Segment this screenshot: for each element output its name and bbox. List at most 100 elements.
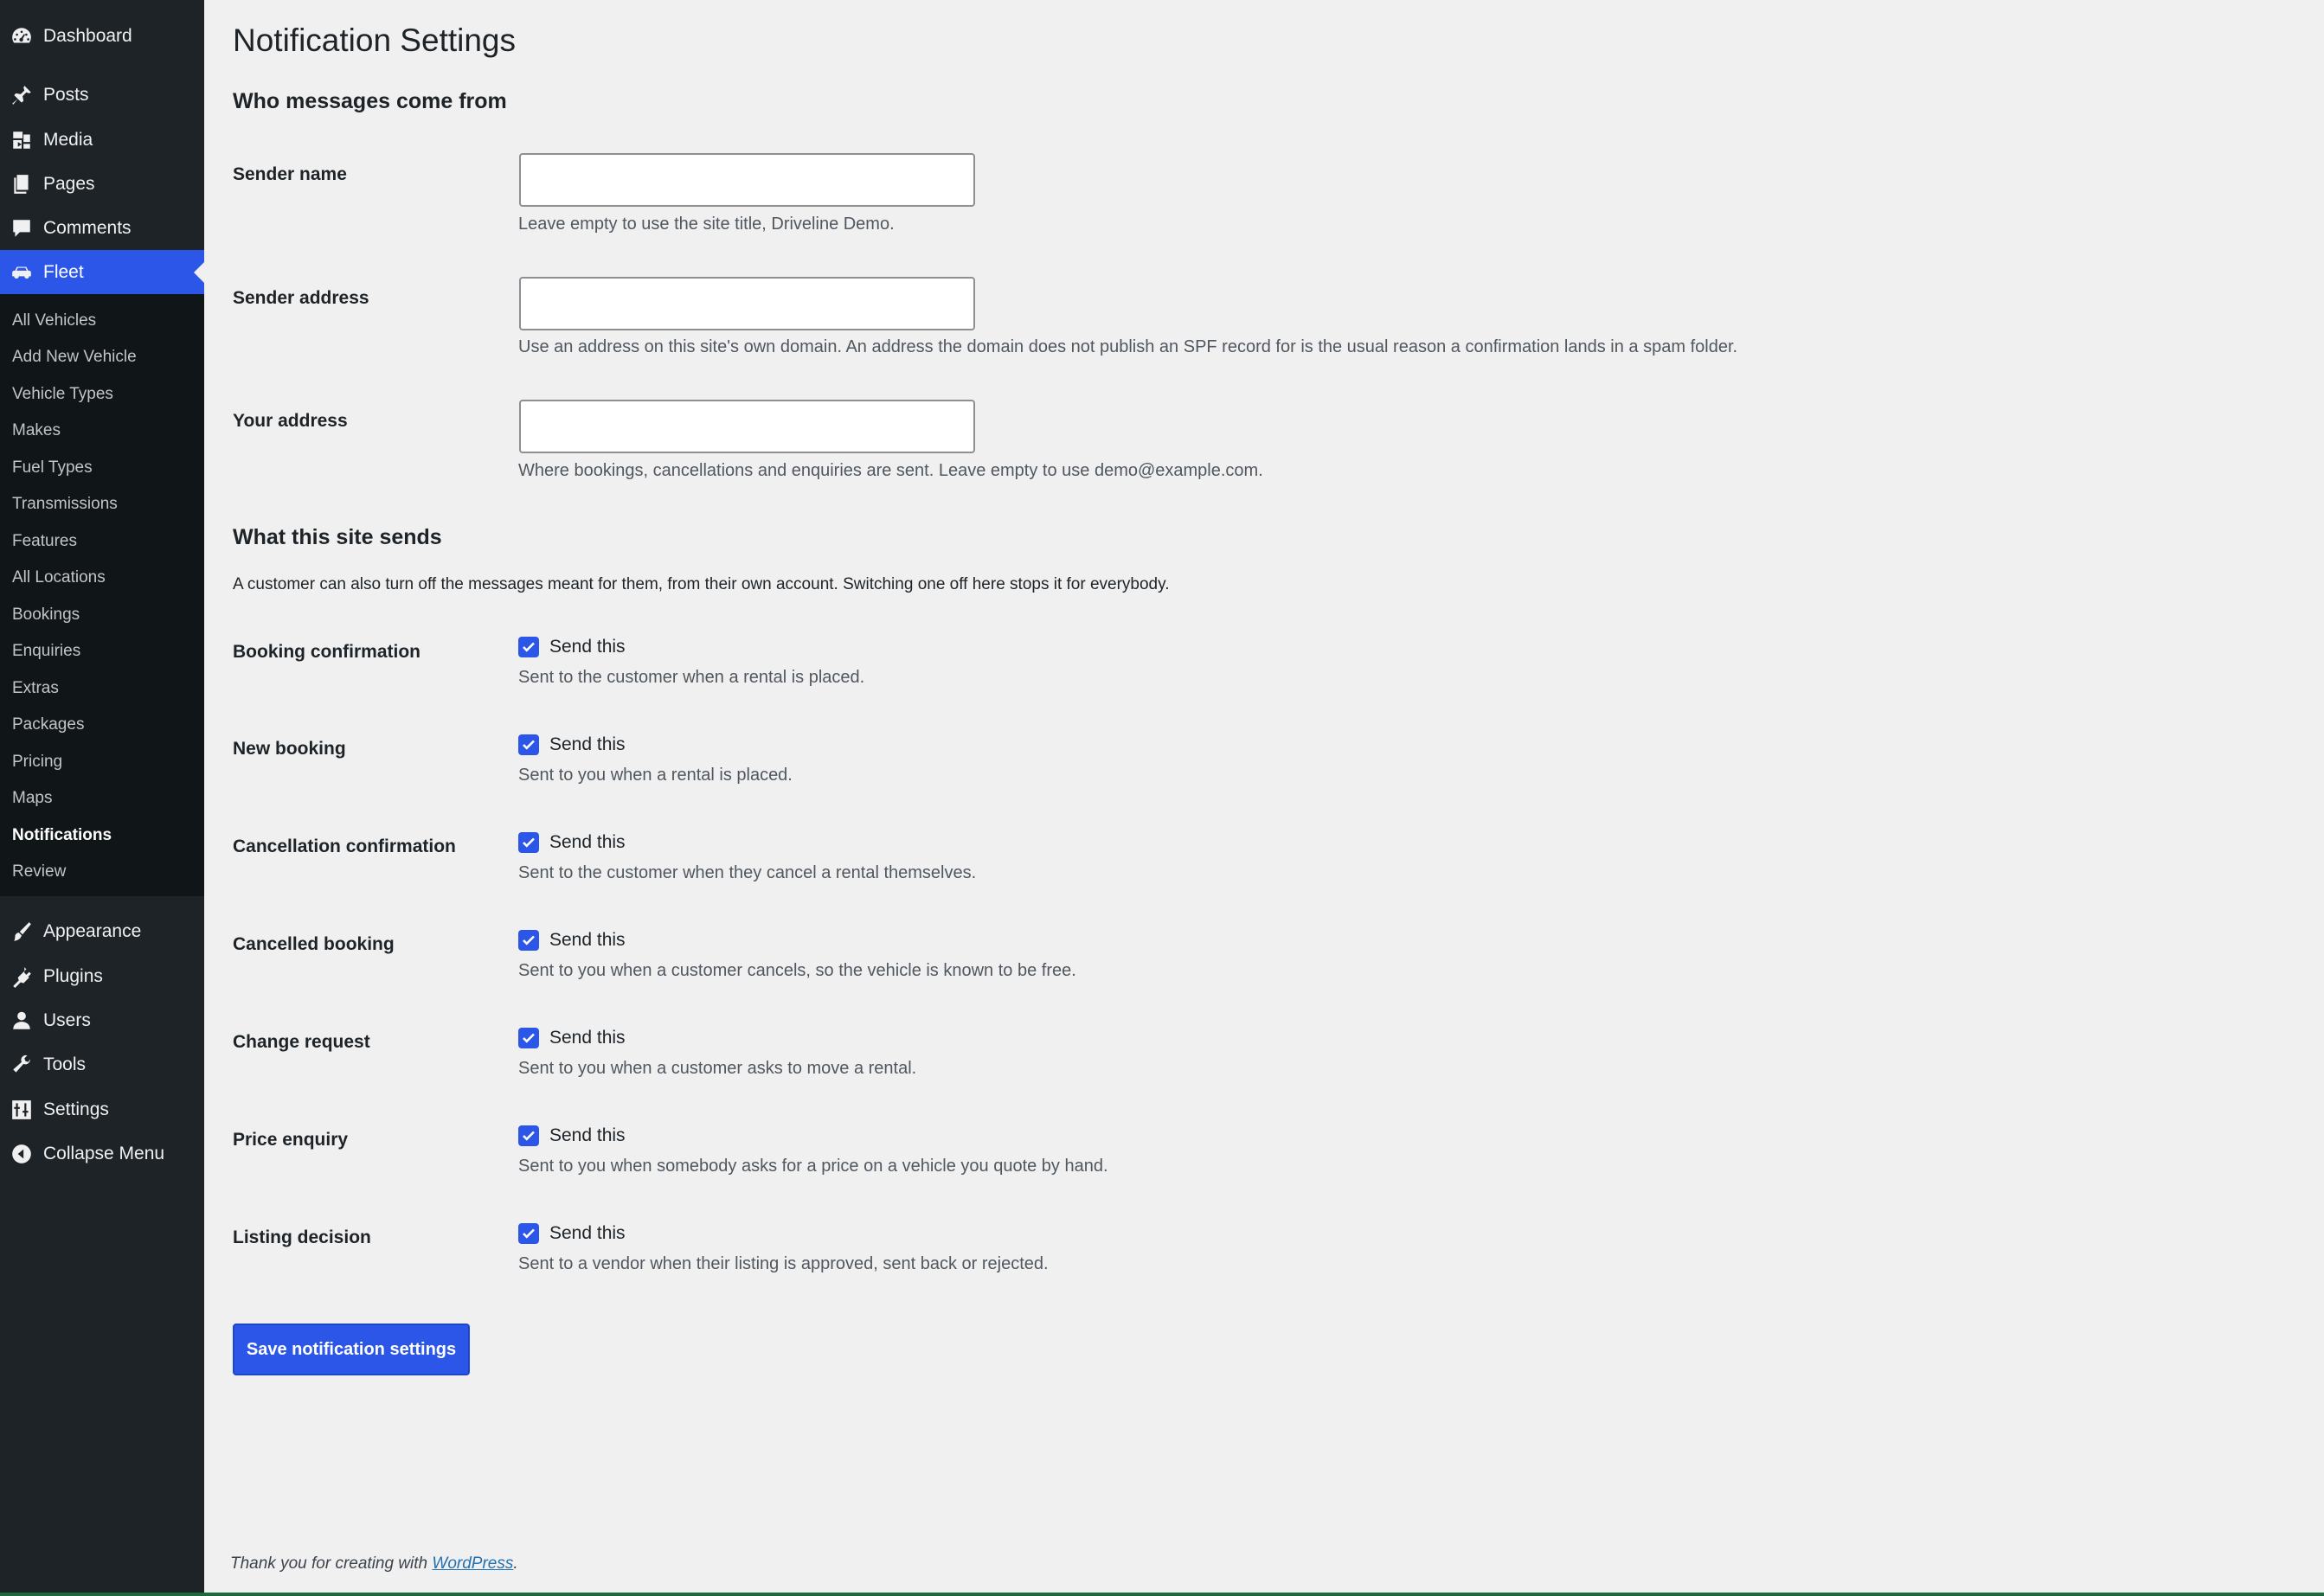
menu-label: Fleet xyxy=(43,262,84,282)
price-enquiry-toggle[interactable]: Send this xyxy=(518,1125,626,1146)
menu-label: Pages xyxy=(43,174,95,194)
submenu-item-transmissions[interactable]: Transmissions xyxy=(12,491,118,517)
submenu-item-all-vehicles[interactable]: All Vehicles xyxy=(12,308,96,334)
checkbox[interactable] xyxy=(518,832,539,853)
booking-confirmation-toggle[interactable]: Send this xyxy=(518,637,626,657)
sender-address-input[interactable] xyxy=(519,277,975,330)
checkbox[interactable] xyxy=(518,1125,539,1146)
booking-confirmation-label: Booking confirmation xyxy=(233,642,421,662)
menu-item-dashboard[interactable]: Dashboard xyxy=(0,14,204,59)
submenu-item-vehicle-types[interactable]: Vehicle Types xyxy=(12,381,113,407)
admin-footer: Thank you for creating with WordPress. xyxy=(230,1554,518,1574)
checkbox-label: Send this xyxy=(549,1223,626,1243)
checkbox[interactable] xyxy=(518,930,539,951)
checkbox-label: Send this xyxy=(549,1028,626,1048)
menu-label: Comments xyxy=(43,218,132,238)
menu-item-pages[interactable]: Pages xyxy=(0,162,204,207)
sender-address-description: Use an address on this site's own domain… xyxy=(518,337,1738,356)
submenu-item-notifications[interactable]: Notifications xyxy=(12,823,112,849)
cancellation-confirmation-description: Sent to the customer when they cancel a … xyxy=(518,863,977,882)
checkbox-label: Send this xyxy=(549,1125,626,1145)
checkmark-icon xyxy=(523,740,535,750)
your-address-label: Your address xyxy=(233,411,348,431)
submenu-item-features[interactable]: Features xyxy=(12,529,77,554)
fleet-submenu: All Vehicles Add New Vehicle Vehicle Typ… xyxy=(0,294,204,896)
submenu-item-fuel-types[interactable]: Fuel Types xyxy=(12,455,93,481)
menu-label: Users xyxy=(43,1010,91,1030)
brush-icon xyxy=(0,909,43,954)
booking-confirmation-description: Sent to the customer when a rental is pl… xyxy=(518,668,865,687)
new-booking-toggle[interactable]: Send this xyxy=(518,734,626,755)
menu-label: Settings xyxy=(43,1099,109,1119)
menu-item-plugins[interactable]: Plugins xyxy=(0,954,204,999)
cancelled-booking-description: Sent to you when a customer cancels, so … xyxy=(518,961,1076,980)
submenu-item-enquiries[interactable]: Enquiries xyxy=(12,638,80,664)
cancellation-confirmation-toggle[interactable]: Send this xyxy=(518,832,626,853)
sender-name-input[interactable] xyxy=(519,153,975,207)
checkbox[interactable] xyxy=(518,734,539,755)
cancelled-booking-label: Cancelled booking xyxy=(233,934,395,954)
menu-item-appearance[interactable]: Appearance xyxy=(0,909,204,954)
checkbox-label: Send this xyxy=(549,637,626,657)
checkmark-icon xyxy=(523,1228,535,1239)
submenu-item-bookings[interactable]: Bookings xyxy=(12,602,80,628)
menu-label: Appearance xyxy=(43,921,142,941)
change-request-description: Sent to you when a customer asks to move… xyxy=(518,1059,917,1078)
menu-label: Plugins xyxy=(43,966,103,986)
listing-decision-label: Listing decision xyxy=(233,1227,371,1247)
new-booking-description: Sent to you when a rental is placed. xyxy=(518,766,793,785)
collapse-menu-button[interactable]: Collapse Menu xyxy=(0,1131,204,1176)
car-icon xyxy=(0,250,43,295)
user-icon xyxy=(0,998,43,1043)
change-request-toggle[interactable]: Send this xyxy=(518,1028,626,1048)
menu-item-comments[interactable]: Comments xyxy=(0,206,204,251)
menu-label: Posts xyxy=(43,85,89,105)
listing-decision-toggle[interactable]: Send this xyxy=(518,1223,626,1244)
dashboard-icon xyxy=(0,14,43,59)
sends-section-title: What this site sends xyxy=(233,525,442,549)
settings-icon xyxy=(0,1087,43,1132)
submenu-item-makes[interactable]: Makes xyxy=(12,418,61,444)
save-notification-settings-button[interactable]: Save notification settings xyxy=(233,1324,470,1375)
pin-icon xyxy=(0,73,43,118)
checkbox-label: Send this xyxy=(549,832,626,852)
checkbox[interactable] xyxy=(518,1028,539,1048)
checkmark-icon xyxy=(523,935,535,945)
checkbox[interactable] xyxy=(518,1223,539,1244)
checkbox-label: Send this xyxy=(549,930,626,950)
menu-label: Dashboard xyxy=(43,26,132,46)
submenu-item-maps[interactable]: Maps xyxy=(12,785,52,811)
menu-item-settings[interactable]: Settings xyxy=(0,1087,204,1132)
price-enquiry-label: Price enquiry xyxy=(233,1130,349,1150)
comment-icon xyxy=(0,206,43,251)
checkmark-icon xyxy=(523,1131,535,1141)
footer-text: Thank you for creating with xyxy=(230,1554,433,1573)
media-icon xyxy=(0,118,43,163)
listing-decision-description: Sent to a vendor when their listing is a… xyxy=(518,1254,1049,1273)
submenu-item-review[interactable]: Review xyxy=(12,859,66,885)
sender-name-description: Leave empty to use the site title, Drive… xyxy=(518,215,895,234)
sender-section-title: Who messages come from xyxy=(233,89,507,113)
menu-item-media[interactable]: Media xyxy=(0,118,204,163)
bottom-edge-bar xyxy=(0,1593,2324,1596)
wordpress-link[interactable]: WordPress xyxy=(432,1554,513,1573)
menu-label: Collapse Menu xyxy=(43,1144,165,1163)
submenu-item-packages[interactable]: Packages xyxy=(12,712,84,738)
checkmark-icon xyxy=(523,642,535,652)
menu-item-users[interactable]: Users xyxy=(0,998,204,1043)
menu-item-posts[interactable]: Posts xyxy=(0,73,204,118)
sends-section-intro: A customer can also turn off the message… xyxy=(233,575,1170,593)
submenu-item-add-new-vehicle[interactable]: Add New Vehicle xyxy=(12,344,137,370)
checkbox[interactable] xyxy=(518,637,539,657)
submenu-item-pricing[interactable]: Pricing xyxy=(12,749,62,775)
submenu-item-all-locations[interactable]: All Locations xyxy=(12,565,106,591)
menu-item-fleet[interactable]: Fleet xyxy=(0,250,204,295)
checkmark-icon xyxy=(523,1033,535,1043)
menu-item-tools[interactable]: Tools xyxy=(0,1042,204,1087)
your-address-input[interactable] xyxy=(519,400,975,453)
submenu-item-extras[interactable]: Extras xyxy=(12,676,59,702)
pages-icon xyxy=(0,162,43,207)
your-address-description: Where bookings, cancellations and enquir… xyxy=(518,461,1263,480)
cancellation-confirmation-label: Cancellation confirmation xyxy=(233,836,456,856)
cancelled-booking-toggle[interactable]: Send this xyxy=(518,930,626,951)
